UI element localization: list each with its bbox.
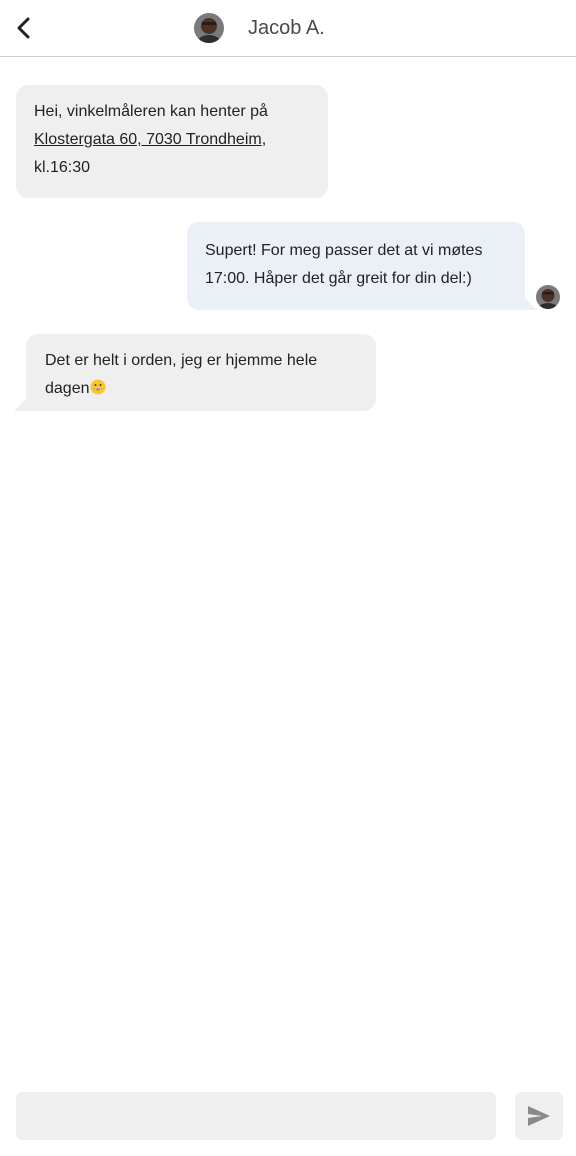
message-avatar <box>536 285 560 309</box>
send-button[interactable] <box>515 1092 563 1140</box>
message-list: Hei, vinkelmåleren kan henter på Kloster… <box>0 57 576 1077</box>
bubble-tail <box>14 399 26 411</box>
outgoing-message: Supert! For meg passer det at vi møtes 1… <box>187 222 537 310</box>
message-text: Supert! For meg passer det at vi møtes 1… <box>205 242 483 287</box>
grinning-face-emoji <box>90 379 105 395</box>
incoming-message: Hei, vinkelmåleren kan henter på Kloster… <box>16 85 328 198</box>
chevron-left-icon <box>17 17 30 39</box>
avatar-image <box>194 13 224 43</box>
send-icon <box>528 1106 550 1126</box>
contact-name[interactable]: Jacob A. <box>248 15 325 41</box>
chat-header: Jacob A. <box>0 0 576 57</box>
avatar-image <box>536 285 560 309</box>
message-input[interactable] <box>16 1092 496 1140</box>
bubble-tail <box>525 298 537 310</box>
contact-avatar[interactable] <box>194 13 224 43</box>
address-link[interactable]: Klostergata 60, 7030 Trondheim <box>34 131 262 148</box>
message-composer <box>0 1080 576 1156</box>
incoming-message: Det er helt i orden, jeg er hjemme hele … <box>14 334 376 411</box>
message-text: Det er helt i orden, jeg er hjemme hele … <box>45 352 318 397</box>
back-button[interactable] <box>8 10 40 46</box>
message-text: Hei, vinkelmåleren kan henter på <box>34 103 268 120</box>
